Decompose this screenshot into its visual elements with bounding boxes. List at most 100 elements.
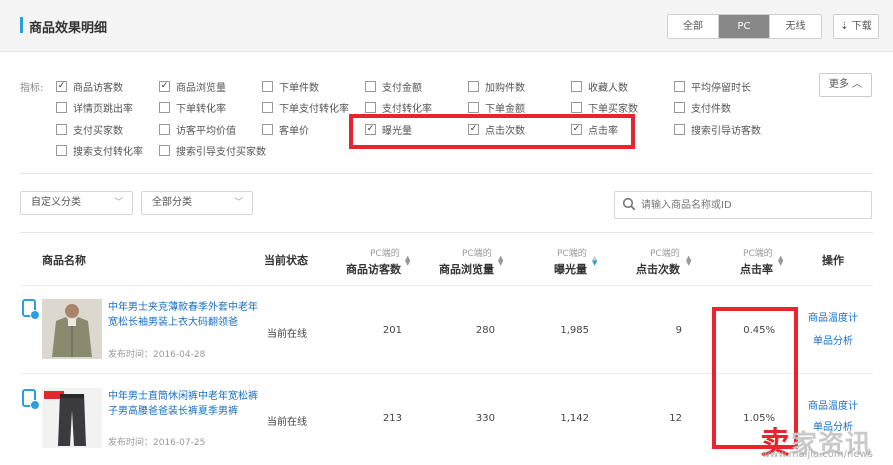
- single-analysis-link[interactable]: 单品分析: [813, 332, 853, 347]
- checkbox-icon: [262, 80, 273, 92]
- header-views[interactable]: 商品浏览量: [439, 261, 494, 277]
- chevron-down-icon: ﹀: [233, 198, 243, 208]
- pc-device-icon: [22, 299, 40, 320]
- metric-checkbox[interactable]: ✓ 商品访客数: [56, 78, 123, 94]
- header-sub: PC端的: [557, 249, 587, 259]
- checkbox-icon: [56, 101, 67, 113]
- checkbox-icon: [262, 101, 273, 113]
- thermometer-link[interactable]: 商品温度计: [808, 309, 858, 324]
- checkbox-icon: [365, 101, 376, 113]
- exposure-cell: 1,142: [560, 413, 589, 424]
- checkbox-icon: [262, 123, 273, 135]
- status-cell: 当前在线: [267, 329, 307, 340]
- header-exposure[interactable]: 曝光量: [554, 261, 587, 277]
- header-status: 当前状态: [264, 254, 308, 267]
- visitors-cell: 213: [382, 413, 402, 424]
- metric-checkbox[interactable]: 收藏人数: [571, 78, 628, 94]
- checkbox-icon: [56, 144, 67, 156]
- metric-checkbox[interactable]: 访客平均价值: [159, 121, 236, 137]
- thermometer-link[interactable]: 商品温度计: [808, 397, 858, 412]
- product-thumbnail[interactable]: [42, 388, 102, 448]
- metric-checkbox[interactable]: 搜索引导访客数: [674, 121, 761, 137]
- device-tabs: 全部 PC 无线: [667, 14, 822, 39]
- checkbox-checked-icon: ✓: [56, 80, 67, 92]
- watermark-url: www.maijia.com/news: [762, 449, 873, 460]
- download-button[interactable]: ⇣ 下载: [833, 14, 879, 39]
- page-title: 商品效果明细: [29, 21, 108, 36]
- publish-date: 发布时间：2016-04-28: [108, 350, 206, 360]
- visitors-cell: 201: [382, 325, 402, 336]
- checkbox-icon: [159, 101, 170, 113]
- metrics-label: 指标:: [20, 83, 44, 94]
- metric-checkbox[interactable]: 搜索支付转化率: [56, 142, 143, 158]
- clicks-cell: 12: [669, 413, 682, 424]
- highlight-box-metrics: [349, 114, 635, 149]
- sort-icon[interactable]: ▲ ▼: [498, 255, 504, 267]
- checkbox-icon: [365, 80, 376, 92]
- more-button[interactable]: 更多 ︿: [819, 73, 872, 97]
- page-header: 商品效果明细 全部 PC 无线 ⇣ 下载: [0, 0, 893, 52]
- header-ctr[interactable]: 点击率: [740, 261, 773, 277]
- checkbox-icon: [468, 80, 479, 92]
- metric-checkbox[interactable]: 客单价: [262, 121, 309, 137]
- chevron-up-icon: ︿: [852, 79, 863, 90]
- header-sub: PC端的: [370, 249, 400, 259]
- checkbox-icon: [571, 80, 582, 92]
- custom-category-dropdown[interactable]: 自定义分类 ﹀: [20, 191, 133, 215]
- header-clicks[interactable]: 点击次数: [636, 261, 680, 277]
- metric-checkbox[interactable]: 下单件数: [262, 78, 319, 94]
- tab-pc[interactable]: PC: [719, 15, 770, 38]
- header-sub: PC端的: [650, 249, 680, 259]
- header-visitors[interactable]: 商品访客数: [346, 261, 401, 277]
- header-sub: PC端的: [743, 249, 773, 259]
- product-name-link[interactable]: 中年男士夹克薄款春季外套中老年宽松长袖男装上衣大码翻领爸: [108, 300, 258, 330]
- checkbox-icon: [674, 123, 685, 135]
- publish-date: 发布时间：2016-07-25: [108, 438, 206, 448]
- metric-checkbox[interactable]: 下单支付转化率: [262, 99, 349, 115]
- exposure-cell: 1,985: [560, 325, 589, 336]
- more-label: 更多: [828, 79, 849, 90]
- sort-desc-icon[interactable]: ▲ ▼: [592, 255, 598, 267]
- metric-checkbox[interactable]: 支付金额: [365, 78, 422, 94]
- checkbox-checked-icon: ✓: [159, 80, 170, 92]
- sort-icon[interactable]: ▲ ▼: [778, 255, 784, 267]
- tab-all[interactable]: 全部: [668, 15, 719, 38]
- all-category-dropdown[interactable]: 全部分类 ﹀: [141, 191, 253, 215]
- search-input[interactable]: [641, 196, 861, 214]
- metric-checkbox[interactable]: 搜索引导支付买家数: [159, 142, 266, 158]
- views-cell: 330: [475, 413, 495, 424]
- pc-device-icon: [22, 389, 40, 410]
- checkbox-icon: [56, 123, 67, 135]
- clicks-cell: 9: [675, 325, 682, 336]
- product-thumbnail[interactable]: [42, 299, 102, 359]
- metric-checkbox[interactable]: 平均停留时长: [674, 78, 751, 94]
- checkbox-icon: [468, 101, 479, 113]
- metric-checkbox[interactable]: 下单金额: [468, 99, 525, 115]
- sort-icon[interactable]: ▲ ▼: [686, 255, 692, 267]
- views-cell: 280: [475, 325, 495, 336]
- jacket-image-icon: [42, 299, 102, 359]
- product-name-link[interactable]: 中年男士直筒休闲裤中老年宽松裤子男高腰爸爸装长裤夏季男裤: [108, 389, 258, 419]
- checkbox-icon: [674, 101, 685, 113]
- download-label: 下载: [851, 21, 872, 32]
- header-product-name: 商品名称: [42, 254, 86, 267]
- trousers-image-icon: [42, 388, 102, 448]
- metric-checkbox[interactable]: 支付买家数: [56, 121, 123, 137]
- metric-checkbox[interactable]: 支付件数: [674, 99, 731, 115]
- title-accent-bar: [20, 17, 23, 33]
- checkbox-icon: [159, 123, 170, 135]
- checkbox-icon: [159, 144, 170, 156]
- status-cell: 当前在线: [267, 417, 307, 428]
- metric-checkbox[interactable]: 加购件数: [468, 78, 525, 94]
- metric-checkbox[interactable]: 下单买家数: [571, 99, 638, 115]
- metric-checkbox[interactable]: ✓ 商品浏览量: [159, 78, 226, 94]
- chevron-down-icon: ﹀: [113, 198, 123, 208]
- metric-checkbox[interactable]: 下单转化率: [159, 99, 226, 115]
- metric-checkbox[interactable]: 支付转化率: [365, 99, 432, 115]
- metric-checkbox[interactable]: 详情页跳出率: [56, 99, 133, 115]
- sort-icon[interactable]: ▲ ▼: [405, 255, 411, 267]
- checkbox-icon: [674, 80, 685, 92]
- tab-wireless[interactable]: 无线: [770, 15, 821, 38]
- divider: [20, 232, 873, 233]
- header-sub: PC端的: [462, 249, 492, 259]
